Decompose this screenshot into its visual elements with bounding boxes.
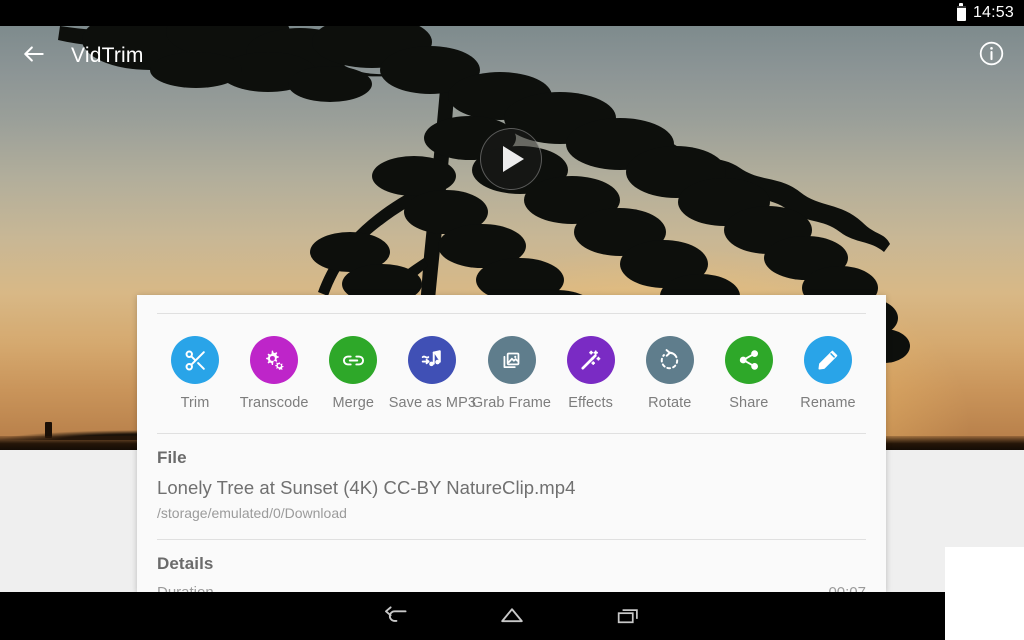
action-label: Save as MP3: [388, 395, 477, 411]
trim-icon-circle: [171, 336, 219, 384]
back-button[interactable]: [6, 28, 62, 84]
file-section: File Lonely Tree at Sunset (4K) CC-BY Na…: [137, 434, 886, 521]
detail-row-duration: Duration 00:07: [157, 584, 866, 592]
nav-recents-icon: [615, 603, 641, 629]
share-icon: [737, 348, 761, 372]
info-icon: [978, 40, 1005, 72]
rotate-icon-circle: [645, 336, 694, 384]
page-title: VidTrim: [71, 44, 144, 67]
play-icon: [503, 146, 524, 172]
details-sheet: Trim Transcode Merge Save as MP3 Grab Fr…: [137, 295, 886, 592]
action-label: Share: [729, 395, 769, 411]
action-rename[interactable]: Rename: [790, 336, 866, 411]
share-icon-circle: [724, 336, 773, 384]
nav-home-icon: [498, 602, 526, 630]
file-path: /storage/emulated/0/Download: [157, 505, 347, 521]
grab-frame-icon-circle: [487, 336, 536, 384]
nav-home-button[interactable]: [454, 592, 570, 640]
status-clock: 14:53: [972, 4, 1014, 21]
nav-recents-button[interactable]: [570, 592, 686, 640]
navigation-bar: [0, 592, 1024, 640]
action-label: Transcode: [239, 395, 309, 411]
magic-wand-icon: [578, 348, 603, 373]
action-transcode[interactable]: Transcode: [236, 336, 312, 411]
nav-back-icon: [382, 602, 410, 630]
action-merge[interactable]: Merge: [315, 336, 391, 411]
action-row: Trim Transcode Merge Save as MP3 Grab Fr…: [137, 314, 886, 411]
nav-back-button[interactable]: [338, 592, 454, 640]
action-trim[interactable]: Trim: [157, 336, 233, 411]
action-label: Rename: [800, 395, 856, 411]
transcode-icon-circle: [250, 336, 299, 384]
effects-icon-circle: [566, 336, 615, 384]
scissors-icon: [183, 348, 208, 373]
link-icon: [341, 348, 366, 373]
action-label: Trim: [180, 395, 210, 411]
action-grab-frame[interactable]: Grab Frame: [471, 336, 552, 411]
action-label: Grab Frame: [471, 395, 552, 411]
detail-value: 00:07: [828, 584, 866, 592]
music-note-icon: [419, 347, 445, 373]
detail-label: Duration: [157, 584, 214, 592]
gears-icon: [261, 347, 287, 373]
action-label: Rotate: [648, 395, 692, 411]
photo-stack-icon: [499, 348, 524, 373]
action-label: Merge: [332, 395, 375, 411]
details-section: Details Duration 00:07: [137, 540, 886, 592]
rename-icon-circle: [804, 336, 852, 384]
action-share[interactable]: Share: [711, 336, 787, 411]
info-button[interactable]: [970, 35, 1012, 77]
action-effects[interactable]: Effects: [553, 336, 629, 411]
file-name: Lonely Tree at Sunset (4K) CC-BY NatureC…: [157, 477, 576, 498]
action-save-as-mp3[interactable]: Save as MP3: [389, 336, 476, 411]
battery-icon: [956, 3, 966, 21]
status-bar: 14:53: [0, 0, 1024, 26]
rotate-icon: [657, 348, 682, 373]
bottom-right-panel: [945, 547, 1024, 640]
merge-icon-circle: [329, 336, 378, 384]
save-as-mp3-icon-circle: [408, 336, 457, 384]
file-heading: File: [157, 448, 187, 467]
back-arrow-icon: [21, 41, 47, 72]
app-bar: VidTrim: [0, 26, 1024, 86]
action-label: Effects: [568, 395, 613, 411]
action-rotate[interactable]: Rotate: [632, 336, 708, 411]
app-screen: VidTrim Trim Transcode Merge Save as MP3…: [0, 0, 1024, 640]
pencil-icon: [816, 348, 840, 372]
details-heading: Details: [157, 554, 214, 573]
play-button[interactable]: [480, 128, 542, 190]
